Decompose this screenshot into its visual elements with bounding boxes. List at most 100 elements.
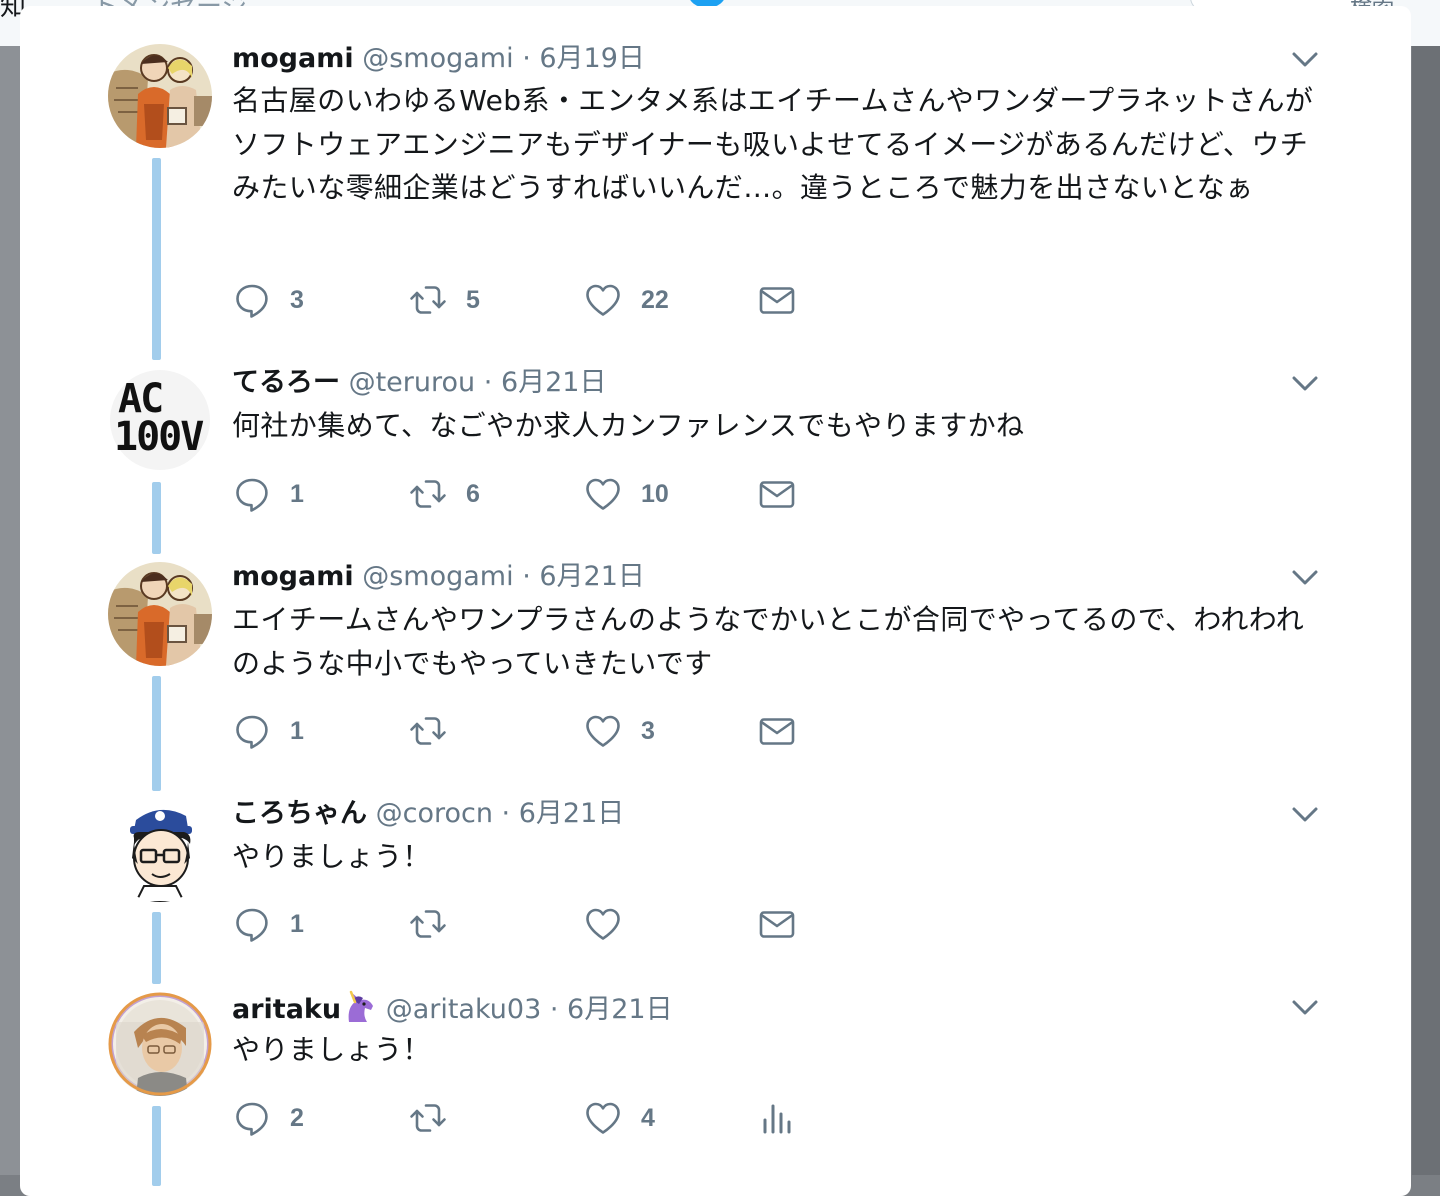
tweet-header: ころちゃん @corocn · 6月21日 xyxy=(232,797,624,831)
handle[interactable]: @corocn xyxy=(376,798,493,829)
timestamp[interactable]: 6月21日 xyxy=(501,367,607,398)
heart-icon xyxy=(583,711,623,751)
retweet-icon xyxy=(408,280,448,320)
retweet-icon xyxy=(408,904,448,944)
direct-message-button[interactable] xyxy=(757,711,797,751)
chevron-down-icon[interactable] xyxy=(1290,44,1320,74)
reply-button[interactable]: 1 xyxy=(232,904,304,944)
thread-line xyxy=(152,676,161,791)
envelope-icon xyxy=(757,474,797,514)
handle[interactable]: @smogami xyxy=(362,561,513,592)
reply-icon xyxy=(232,280,272,320)
avatar[interactable]: AC 100V xyxy=(108,368,212,472)
separator: · xyxy=(522,43,531,74)
avatar[interactable] xyxy=(108,562,212,666)
tweet-actions: 1 xyxy=(232,904,932,944)
handle[interactable]: @terurou xyxy=(349,367,476,398)
like-button[interactable]: 22 xyxy=(583,280,669,320)
reply-icon xyxy=(232,711,272,751)
handle[interactable]: @smogami xyxy=(362,43,513,74)
thread-line xyxy=(152,1106,161,1186)
timestamp[interactable]: 6月21日 xyxy=(519,798,625,829)
reply-icon xyxy=(232,1098,272,1138)
envelope-icon xyxy=(757,280,797,320)
tweet-header: mogami @smogami · 6月19日 xyxy=(232,42,645,76)
display-name[interactable]: mogami xyxy=(232,561,354,592)
handle[interactable]: @aritaku03 xyxy=(386,994,542,1025)
analytics-icon xyxy=(757,1098,797,1138)
conversation-card: mogami @smogami · 6月19日 名古屋のいわゆるWeb系・エンタ… xyxy=(20,6,1411,1196)
avatar-text-bottom: 100V xyxy=(114,414,204,460)
tweet-text: やりましょう！ xyxy=(232,840,431,873)
aritaku-avatar-icon xyxy=(108,992,212,1096)
direct-message-button[interactable] xyxy=(757,280,797,320)
tweet-text: 何社か集めて、なごやか求人カンファレンスでもやりますかね xyxy=(232,409,1025,442)
reply-button[interactable]: 1 xyxy=(232,474,304,514)
direct-message-button[interactable] xyxy=(757,904,797,944)
retweet-button[interactable] xyxy=(408,711,466,751)
reply-button[interactable]: 3 xyxy=(232,280,304,320)
thread-line xyxy=(152,482,161,554)
chevron-down-icon[interactable] xyxy=(1290,368,1320,398)
separator: · xyxy=(549,994,559,1025)
like-button[interactable]: 3 xyxy=(583,711,655,751)
like-count: 3 xyxy=(641,716,655,745)
like-button[interactable] xyxy=(583,904,641,944)
reply-button[interactable]: 1 xyxy=(232,711,304,751)
chevron-down-icon[interactable] xyxy=(1290,562,1320,592)
like-button[interactable]: 4 xyxy=(583,1098,655,1138)
display-name[interactable]: mogami xyxy=(232,43,354,74)
unicorn-emoji-icon xyxy=(343,990,377,1024)
envelope-icon xyxy=(757,904,797,944)
thread-line xyxy=(152,158,161,360)
reply-count: 2 xyxy=(290,1103,304,1132)
envelope-icon xyxy=(757,711,797,751)
retweet-button[interactable] xyxy=(408,1098,466,1138)
timestamp[interactable]: 6月21日 xyxy=(567,994,673,1025)
chevron-down-icon[interactable] xyxy=(1290,992,1320,1022)
reply-count: 1 xyxy=(290,479,304,508)
separator: · xyxy=(501,798,511,829)
tweet-actions: 3 5 22 xyxy=(232,280,932,320)
display-name[interactable]: ころちゃん xyxy=(232,798,367,829)
tweet-actions: 1 6 10 xyxy=(232,474,932,514)
timestamp[interactable]: 6月19日 xyxy=(539,43,645,74)
mogami-avatar-icon xyxy=(108,44,212,148)
background-left-edge xyxy=(0,46,20,1175)
retweet-button[interactable] xyxy=(408,904,466,944)
display-name[interactable]: aritaku xyxy=(232,994,341,1025)
like-button[interactable]: 10 xyxy=(583,474,669,514)
reply-count: 1 xyxy=(290,909,304,938)
heart-icon xyxy=(583,280,623,320)
tweet-text: 名古屋のいわゆるWeb系・エンタメ系はエイチームさんやワンダープラネットさんがソ… xyxy=(232,84,1314,204)
like-count: 10 xyxy=(641,479,669,508)
background-right-edge xyxy=(1412,46,1440,1175)
avatar[interactable] xyxy=(108,992,212,1096)
reply-count: 3 xyxy=(290,285,304,314)
avatar-text-top: AC xyxy=(118,376,164,422)
tweet-header: aritaku @aritaku03 · 6月21日 xyxy=(232,990,673,1027)
avatar[interactable] xyxy=(108,44,212,148)
reply-count: 1 xyxy=(290,716,304,745)
avatar[interactable] xyxy=(108,798,212,902)
display-name[interactable]: てるろー xyxy=(232,367,340,398)
direct-message-button[interactable] xyxy=(757,474,797,514)
timestamp[interactable]: 6月21日 xyxy=(539,561,645,592)
analytics-button[interactable] xyxy=(757,1098,797,1138)
thread-line xyxy=(152,912,161,984)
retweet-button[interactable]: 6 xyxy=(408,474,480,514)
reply-icon xyxy=(232,474,272,514)
retweet-button[interactable]: 5 xyxy=(408,280,480,320)
tweet-header: mogami @smogami · 6月21日 xyxy=(232,560,645,594)
reply-button[interactable]: 2 xyxy=(232,1098,304,1138)
separator: · xyxy=(483,367,493,398)
heart-icon xyxy=(583,904,623,944)
tweet-text: エイチームさんやワンプラさんのようなでかいとこが合同でやってるので、われわれのよ… xyxy=(232,603,1305,680)
retweet-count: 5 xyxy=(466,285,480,314)
retweet-count: 6 xyxy=(466,479,480,508)
like-count: 22 xyxy=(641,285,669,314)
corocn-avatar-icon xyxy=(108,798,212,902)
chevron-down-icon[interactable] xyxy=(1290,799,1320,829)
tweet-actions: 1 3 xyxy=(232,711,932,751)
heart-icon xyxy=(583,474,623,514)
